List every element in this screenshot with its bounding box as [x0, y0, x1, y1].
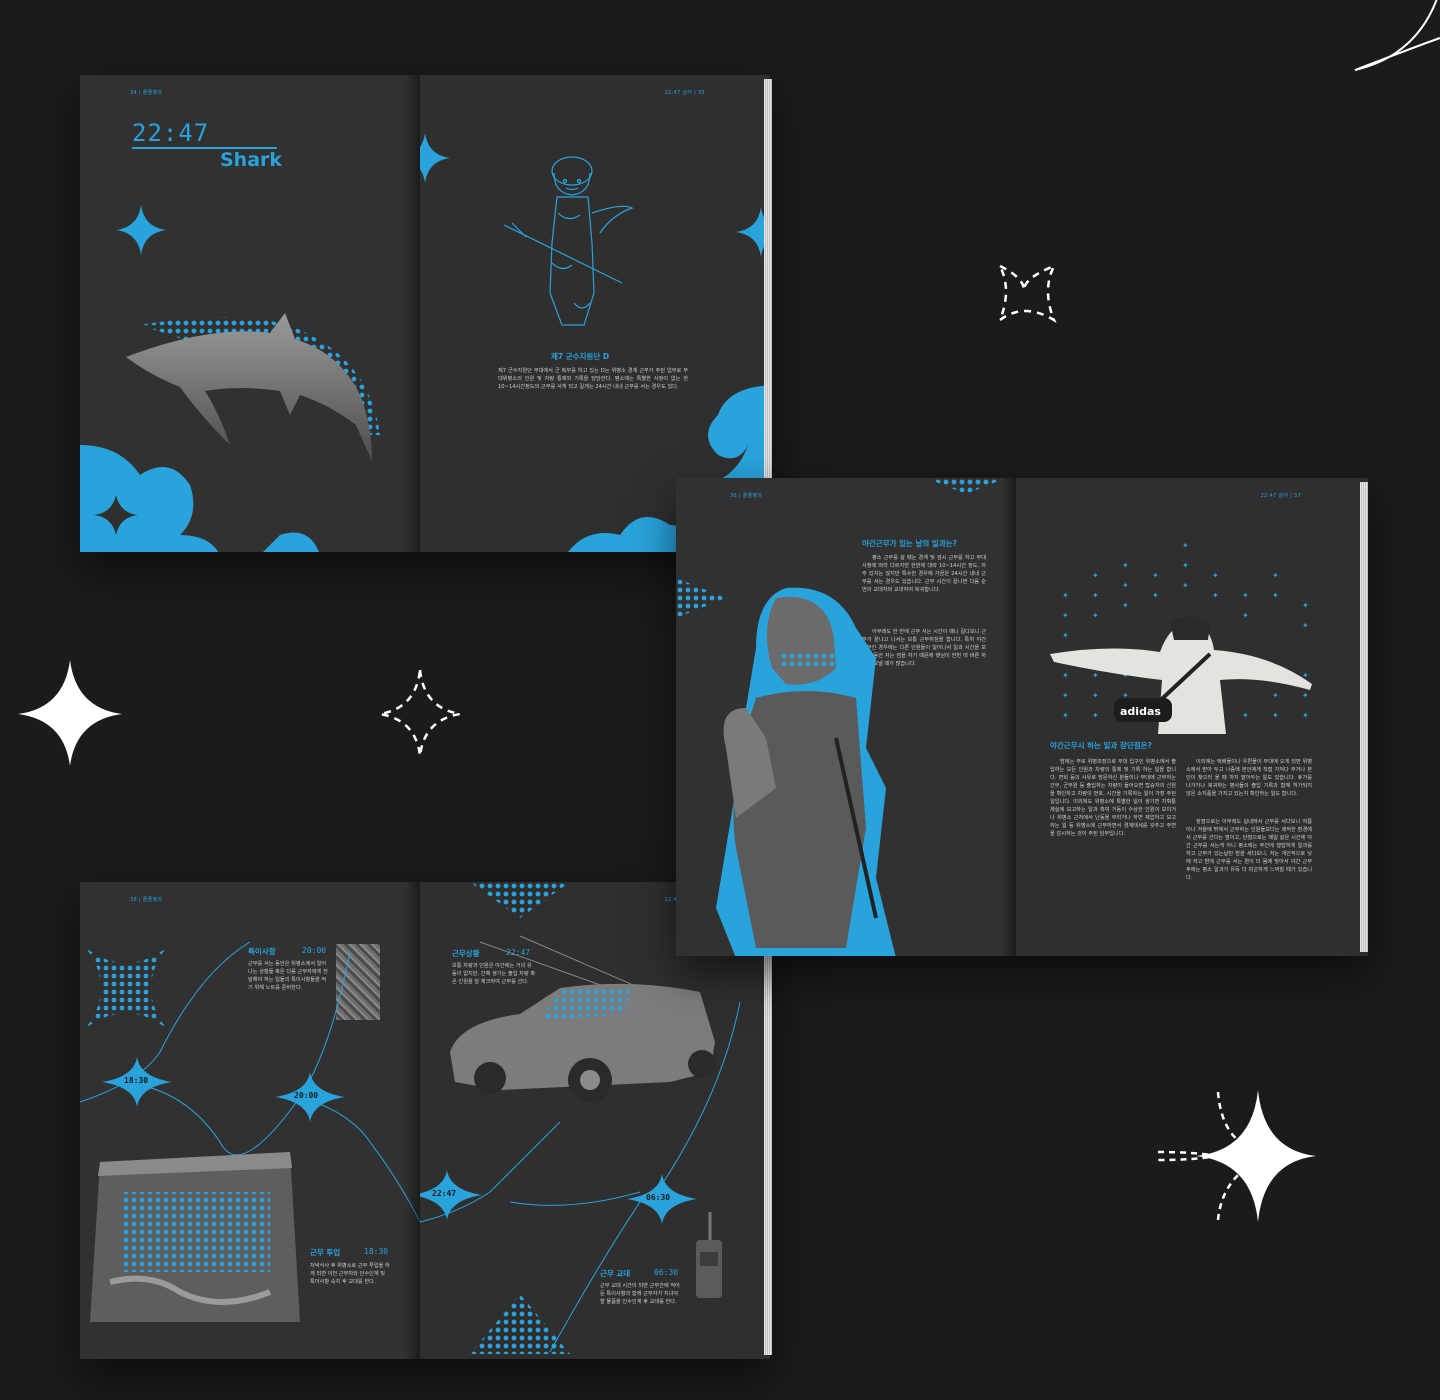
left-page: 36 | 졸졸병과 야간근무가 있는 날의 일과는? 평소 근무를 설 때는 경…	[676, 478, 1016, 956]
unit-heading: 제7 군수지원단 D	[551, 352, 610, 361]
page-edge	[1360, 482, 1368, 952]
timeline-time: 22:47	[432, 1189, 457, 1198]
blue-cloud-shape	[80, 445, 319, 552]
dot-triangle-pattern	[470, 1294, 570, 1354]
svg-text:✦: ✦	[1122, 561, 1129, 570]
magazine-spread-2: 36 | 졸졸병과 야간근무가 있는 날의 일과는? 평소 근무를 설 때는 경…	[676, 478, 1368, 956]
right-page: 22:47 상어 | 37 ✦ ✦ ✦ ✦ ✦ ✦ ✦ ✦ ✦ ✦ ✦ ✦ ✦ ✦ ✦ ✦ ✦ ✦ ✦…	[1016, 478, 1361, 956]
sparkle-blue-icon	[116, 205, 166, 255]
svg-text:✦: ✦	[1152, 571, 1159, 580]
running-head: 22:47 상어 | 35	[664, 90, 705, 96]
svg-text:✦: ✦	[1152, 591, 1159, 600]
jacket-logo: adidas	[1120, 705, 1161, 718]
item-time: 18:30	[364, 1247, 389, 1256]
soldier-photo	[716, 587, 896, 956]
svg-text:✦: ✦	[1212, 591, 1219, 600]
magazine-spread-3: 38 | 졸졸병과 특이사항 20:00 근무를 서는 동안은 위병소에서 일어…	[80, 882, 772, 1359]
guard-booth-photo	[90, 1152, 300, 1322]
timeline-time: 20:00	[294, 1091, 319, 1100]
item-body: 근무 교대 시간이 되면 근무간에 적어 둔 특이사항과 함께 근무자가 지녀야…	[600, 1283, 680, 1305]
svg-text:✦: ✦	[1272, 591, 1279, 600]
dashed-sparkle-icon	[379, 669, 461, 757]
svg-text:✦: ✦	[1302, 601, 1309, 610]
dashed-sparkle-icon	[997, 263, 1057, 324]
svg-text:✦: ✦	[1182, 581, 1189, 590]
page-edge	[764, 886, 772, 1355]
item-body: 저녁식사 후 위병소로 근무 투입을 하게 되면 이전 근무자와 인수인계 및 …	[310, 1263, 390, 1285]
dot-triangle-pattern	[926, 478, 1006, 494]
sparkle-outline-icon	[1354, 0, 1440, 71]
svg-text:✦: ✦	[1242, 591, 1249, 600]
running-head: 36 | 졸졸병과	[730, 493, 763, 499]
item-title: 근무 투입	[310, 1248, 341, 1257]
svg-text:✦: ✦	[1062, 591, 1069, 600]
radio-photo	[696, 1212, 722, 1298]
man-arms-out-photo: adidas	[1050, 616, 1312, 734]
soldier-line-illustration	[503, 156, 634, 326]
time-title: 22:47	[132, 119, 210, 147]
sparkle-solid-icon	[1157, 1090, 1316, 1222]
sparkle-solid-icon	[18, 660, 122, 766]
left-page: 34 | 졸졸병과 22:47 Shark	[80, 75, 420, 552]
unit-body: 제7 군수지원단 부대에서 군 복무를 하고 있는 D는 위병소 경계 근무가 …	[498, 368, 688, 390]
svg-text:✦: ✦	[1092, 591, 1099, 600]
item-title: 근무 교대	[600, 1269, 631, 1278]
svg-text:✦: ✦	[1092, 571, 1099, 580]
magazine-spread-1: 34 | 졸졸병과 22:47 Shark 22:47 상어 | 35 제7 군…	[80, 75, 772, 552]
section-body: 밤에는 주로 위병조장으로 부대 입구인 위병소에서 출입하는 모든 인원과 차…	[1050, 759, 1176, 837]
section-heading: 야간근무시 하는 일과 장단점은?	[1050, 741, 1152, 750]
timeline-time: 18:30	[124, 1076, 149, 1085]
running-head: 34 | 졸졸병과	[130, 90, 163, 96]
svg-text:✦: ✦	[1272, 571, 1279, 580]
section-body: 장점으로는 아무래도 실내에서 근무를 서다보니 여름이나 겨울에 밖에서 근무…	[1186, 819, 1312, 881]
left-page: 38 | 졸졸병과 특이사항 20:00 근무를 서는 동안은 위병소에서 일어…	[80, 882, 420, 1359]
sparkle-blue-icon	[736, 207, 765, 257]
timeline-diamond	[102, 1357, 172, 1359]
svg-text:✦: ✦	[1182, 561, 1189, 570]
svg-text:✦: ✦	[1122, 581, 1129, 590]
item-time: 06:30	[654, 1268, 679, 1277]
svg-text:✦: ✦	[1212, 571, 1219, 580]
sparkle-blue-icon	[420, 133, 450, 183]
section-body: 이외에는 택배물이나 우편물이 부대에 오게 되면 위병소에서 받아 두고 나중…	[1186, 759, 1312, 797]
page-title: Shark	[220, 149, 283, 171]
section-heading: 야간근무가 있는 날의 일과는?	[862, 539, 957, 548]
svg-text:✦: ✦	[1122, 601, 1129, 610]
svg-text:✦: ✦	[1182, 541, 1189, 550]
timeline-time: 06:30	[646, 1193, 671, 1202]
running-head: 22:47 상어 | 37	[1260, 493, 1301, 499]
